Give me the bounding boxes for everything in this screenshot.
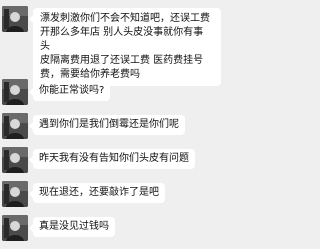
avatar[interactable]	[2, 147, 28, 173]
message-line: 漂发刺激你们不会不知道吧，还误工费	[40, 13, 210, 24]
avatar[interactable]	[2, 113, 28, 139]
message-row: 你能正常谈吗?	[2, 79, 242, 107]
avatar-photo-icon	[2, 79, 28, 105]
message-text: 真是没见过钱吗	[39, 221, 109, 232]
avatar-photo-icon	[2, 6, 28, 32]
chat-thread: 漂发刺激你们不会不知道吧，还误工费 开那么多年店 别人头皮没事就你有事 头 皮隔…	[0, 0, 246, 249]
message-bubble[interactable]: 你能正常谈吗?	[28, 81, 111, 101]
message-text: 昨天我有没有告知你们头皮有问题	[39, 153, 189, 164]
message-line: 皮隔离费用退了还误工费 医药费挂号	[40, 55, 204, 66]
message-bubble[interactable]: 遇到你们是我们倒霉还是你们呢	[29, 115, 185, 135]
message-bubble[interactable]: 现在退还，还要敲诈了是吧	[29, 183, 165, 203]
message-row: 遇到你们是我们倒霉还是你们呢	[2, 113, 242, 141]
avatar[interactable]	[2, 6, 28, 32]
avatar-photo-icon	[2, 113, 28, 139]
avatar-photo-icon	[2, 147, 28, 173]
message-line: 开那么多年店 别人头皮没事就你有事 头	[40, 27, 204, 52]
message-text: 你能正常谈吗?	[39, 85, 105, 96]
message-row: 现在退还，还要敲诈了是吧	[2, 181, 242, 209]
message-bubble[interactable]: 漂发刺激你们不会不知道吧，还误工费 开那么多年店 别人头皮没事就你有事 头 皮隔…	[29, 8, 221, 86]
avatar[interactable]	[2, 215, 28, 241]
avatar-photo-icon	[2, 181, 28, 207]
message-row: 真是没见过钱吗	[2, 215, 242, 243]
message-bubble[interactable]: 昨天我有没有告知你们头皮有问题	[29, 149, 195, 169]
avatar[interactable]	[2, 181, 28, 207]
message-bubble[interactable]: 真是没见过钱吗	[29, 217, 115, 237]
avatar-photo-icon	[2, 215, 28, 241]
message-text: 遇到你们是我们倒霉还是你们呢	[39, 119, 179, 130]
avatar[interactable]	[2, 79, 28, 105]
message-row: 昨天我有没有告知你们头皮有问题	[2, 147, 242, 175]
message-text: 现在退还，还要敲诈了是吧	[39, 187, 159, 198]
message-row: 漂发刺激你们不会不知道吧，还误工费 开那么多年店 别人头皮没事就你有事 头 皮隔…	[2, 6, 242, 86]
